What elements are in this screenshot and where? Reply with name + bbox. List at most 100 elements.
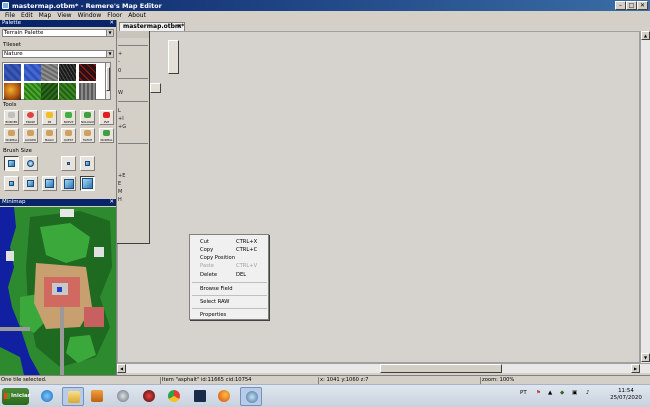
eraser-icon bbox=[27, 112, 34, 118]
network-icon[interactable]: ▣ bbox=[572, 390, 577, 396]
tile-stone[interactable] bbox=[79, 83, 96, 100]
scroll-up-icon[interactable]: ▲ bbox=[641, 31, 650, 40]
floating-handle[interactable] bbox=[150, 83, 161, 93]
tool-door-normal[interactable]: NORMAL bbox=[4, 128, 19, 143]
palette-type-select[interactable]: Terrain Palette ▼ bbox=[2, 29, 114, 37]
window-icon bbox=[103, 130, 110, 136]
taskbar-firefox[interactable] bbox=[213, 387, 235, 406]
menu-item-properties[interactable]: Properties bbox=[200, 312, 226, 318]
tool-window-hatch[interactable]: HATCH bbox=[80, 128, 95, 143]
windows-logo-icon bbox=[4, 393, 10, 399]
tool-nopvp[interactable]: NOPVP bbox=[61, 110, 76, 125]
menu-edit[interactable]: Edit bbox=[18, 11, 36, 20]
tool-door-quest[interactable]: QUEST bbox=[61, 128, 76, 143]
minimize-button[interactable]: – bbox=[615, 1, 626, 10]
menu-item-copy-position[interactable]: Copy Position bbox=[200, 255, 235, 261]
tile-grass[interactable] bbox=[24, 83, 41, 100]
tile-lava[interactable] bbox=[79, 64, 96, 81]
tileset-scrollbar[interactable] bbox=[105, 62, 111, 100]
taskbar-explorer[interactable] bbox=[62, 387, 84, 406]
menu-window[interactable]: Window bbox=[75, 11, 105, 20]
start-button[interactable]: Iniciar bbox=[2, 388, 31, 405]
taskbar-app-tool[interactable] bbox=[112, 387, 134, 406]
menu-file[interactable]: File bbox=[2, 11, 18, 20]
palette-title: Palette bbox=[2, 20, 22, 26]
brush-shape-square[interactable] bbox=[4, 156, 19, 171]
floating-slider[interactable] bbox=[168, 40, 179, 74]
tile-water-deep[interactable] bbox=[24, 64, 41, 81]
taskbar-media-player[interactable] bbox=[86, 387, 108, 406]
tool-nologout[interactable]: NOLOGOUT bbox=[80, 110, 95, 125]
brush-size-4[interactable] bbox=[23, 176, 38, 191]
tool-border[interactable]: BORDER bbox=[4, 110, 19, 125]
brush-size-1[interactable] bbox=[61, 156, 76, 171]
pvp-icon bbox=[103, 112, 110, 118]
maximize-button[interactable]: □ bbox=[626, 1, 637, 10]
palette-close-icon[interactable]: ✕ bbox=[109, 20, 114, 27]
vertical-scrollbar[interactable]: ▲ ▼ bbox=[640, 31, 650, 363]
menu-item-select-raw[interactable]: Select RAW bbox=[200, 299, 229, 305]
scroll-thumb[interactable] bbox=[380, 364, 502, 373]
menu-floor[interactable]: Floor bbox=[104, 11, 125, 20]
flag-icon[interactable]: ⚑ bbox=[536, 390, 541, 396]
tool-window-normal[interactable]: NORMAL bbox=[99, 128, 114, 143]
taskbar-chrome[interactable] bbox=[163, 387, 185, 406]
scroll-left-icon[interactable]: ◀ bbox=[117, 364, 126, 373]
minimap[interactable] bbox=[0, 207, 116, 375]
tool-pvp[interactable]: PVP bbox=[99, 110, 114, 125]
scroll-down-icon[interactable]: ▼ bbox=[641, 353, 650, 362]
chevron-down-icon[interactable]: ▼ bbox=[106, 51, 113, 57]
tile-dark-rock[interactable] bbox=[59, 64, 76, 81]
taskbar-vs[interactable] bbox=[189, 387, 211, 406]
chevron-up-icon[interactable]: ▲ bbox=[548, 390, 552, 396]
menu-view[interactable]: View bbox=[54, 11, 74, 20]
taskbar-remeres[interactable] bbox=[240, 387, 262, 406]
menu-item-delete[interactable]: Delete DEL bbox=[200, 272, 246, 278]
key-label: H bbox=[118, 197, 122, 203]
security-icon[interactable]: ◆ bbox=[560, 390, 564, 396]
brush-size-3[interactable] bbox=[4, 176, 19, 191]
protection-zone-icon bbox=[46, 112, 53, 118]
brush-size-6[interactable] bbox=[61, 176, 76, 191]
menu-item-copy[interactable]: Copy CTRL+C bbox=[200, 247, 257, 253]
brush-size-7[interactable] bbox=[80, 176, 95, 191]
tile-rock[interactable] bbox=[41, 64, 58, 81]
menu-item-browse-field[interactable]: Browse Field bbox=[200, 286, 233, 292]
scroll-right-icon[interactable]: ▶ bbox=[631, 364, 640, 373]
tileset-select[interactable]: Nature ▼ bbox=[2, 50, 114, 58]
horizontal-scrollbar[interactable]: ◀ ▶ bbox=[117, 363, 650, 373]
brush-shape-circle[interactable] bbox=[23, 156, 38, 171]
scroll-thumb[interactable] bbox=[106, 67, 110, 91]
tool-door-locked[interactable]: LOCKED bbox=[23, 128, 38, 143]
menu-map[interactable]: Map bbox=[36, 11, 55, 20]
volume-icon[interactable]: ♪ bbox=[586, 390, 590, 396]
brush-size-5[interactable] bbox=[42, 176, 57, 191]
brush-size-2[interactable] bbox=[80, 156, 95, 171]
tool-pz[interactable]: PZ bbox=[42, 110, 57, 125]
minimap-close-icon[interactable]: ✕ bbox=[109, 199, 114, 206]
tab-close-icon[interactable]: ✕ bbox=[177, 23, 182, 31]
tile-sand[interactable] bbox=[4, 83, 21, 100]
tab-mastermap[interactable]: mastermap.otbm* ✕ bbox=[119, 22, 185, 31]
tile-jungle[interactable] bbox=[41, 83, 58, 100]
menu-item-cut[interactable]: Cut CTRL+X bbox=[200, 239, 257, 245]
brush-size-icon bbox=[67, 162, 70, 165]
start-label: Iniciar bbox=[11, 393, 31, 399]
tile-water[interactable] bbox=[4, 64, 21, 81]
tile-moss[interactable] bbox=[59, 83, 76, 100]
key-label: 0 bbox=[118, 68, 122, 74]
divider bbox=[118, 101, 148, 102]
taskbar-app-red[interactable] bbox=[138, 387, 160, 406]
menu-about[interactable]: About bbox=[125, 11, 149, 20]
brush-size-icon bbox=[27, 180, 34, 187]
taskbar-ie[interactable] bbox=[36, 387, 58, 406]
tool-erase[interactable]: ERASE bbox=[23, 110, 38, 125]
key-label: W bbox=[118, 90, 123, 96]
minimap-image bbox=[0, 207, 116, 375]
divider bbox=[118, 45, 148, 46]
language-indicator[interactable]: PT bbox=[520, 390, 527, 396]
tool-door-magic[interactable]: MAGIC bbox=[42, 128, 57, 143]
close-button[interactable]: ✕ bbox=[637, 1, 648, 10]
clock[interactable]: 11:54 25/07/2020 bbox=[606, 388, 646, 402]
chevron-down-icon[interactable]: ▼ bbox=[106, 30, 113, 36]
